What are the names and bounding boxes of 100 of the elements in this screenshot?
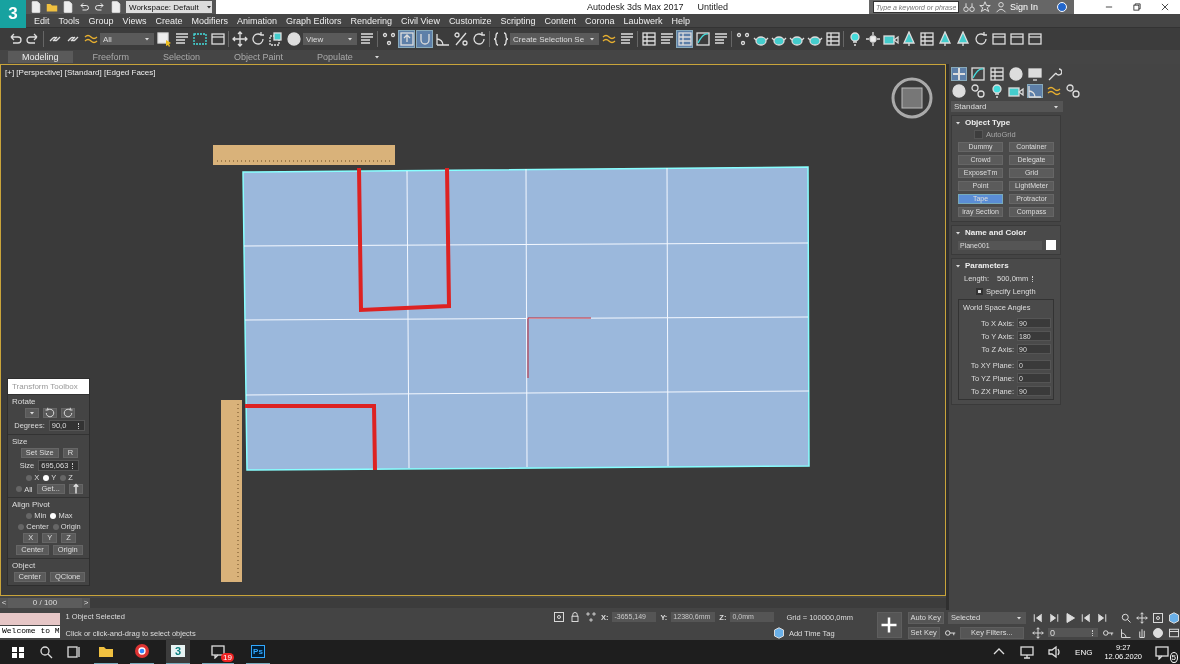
ribbon-tab[interactable]: Populate	[303, 51, 367, 63]
frame-field[interactable]: 0	[1048, 628, 1098, 637]
window-icon[interactable]	[1168, 626, 1180, 639]
rollout-title[interactable]: Object Type	[965, 118, 1011, 127]
redo-icon[interactable]	[94, 1, 106, 13]
rotate-button[interactable]	[249, 30, 266, 48]
select-cursor-button[interactable]	[155, 30, 172, 48]
dashed-rectangle-button[interactable]	[191, 30, 208, 48]
menu-item[interactable]: Views	[122, 15, 147, 26]
taskbar-app[interactable]: 19	[202, 639, 234, 664]
taskbar-app[interactable]: Ps	[246, 639, 270, 664]
skip-end-icon[interactable]	[1096, 611, 1108, 624]
ribbon-tab[interactable]: Selection	[149, 51, 215, 63]
window-button[interactable]	[1008, 30, 1026, 48]
camera-button[interactable]	[1008, 84, 1024, 98]
move-icon[interactable]	[1032, 626, 1044, 639]
circles-button[interactable]	[1065, 84, 1081, 98]
next-frame-button[interactable]: >	[82, 598, 90, 608]
window-button[interactable]	[1026, 30, 1044, 48]
braces-button[interactable]	[492, 30, 509, 48]
menu-item[interactable]: Modifiers	[191, 15, 228, 26]
set-key-button[interactable]	[876, 612, 902, 638]
sphere-button[interactable]	[951, 84, 967, 98]
up-arrow-button[interactable]	[68, 484, 83, 494]
ribbon-tab[interactable]: Object Paint	[220, 51, 298, 63]
caret-icon[interactable]	[372, 53, 381, 61]
viewport-label[interactable]: [+] [Perspective] [Standard] [Edged Faces]	[5, 68, 156, 77]
table-button[interactable]	[824, 30, 842, 48]
table-button[interactable]	[640, 30, 658, 48]
menu-item[interactable]: Rendering	[350, 15, 393, 26]
monitor-button[interactable]	[1027, 67, 1043, 81]
move-icon[interactable]	[1136, 611, 1148, 624]
binoculars-icon[interactable]	[963, 1, 975, 13]
rotate-right-button[interactable]	[60, 408, 75, 418]
close-icon[interactable]	[1160, 2, 1170, 12]
table-button[interactable]	[676, 30, 694, 48]
table-button[interactable]	[918, 30, 936, 48]
ribbon-tab[interactable]: Freeform	[78, 51, 144, 63]
sign-in-button[interactable]: Sign In	[995, 1, 1052, 13]
viewcube-icon[interactable]	[891, 77, 933, 119]
dropdown[interactable]: All	[100, 33, 154, 45]
time-slider[interactable]: < 0 / 100 >	[0, 598, 946, 608]
menu-item[interactable]: Laubwerk	[623, 15, 663, 26]
sphere-button[interactable]	[285, 30, 302, 48]
time-slider-thumb[interactable]: < 0 / 100 >	[0, 598, 90, 608]
menu-item[interactable]: Tools	[58, 15, 80, 26]
workspace-dropdown[interactable]: Workspace: Default	[126, 1, 212, 13]
dots-button[interactable]	[380, 30, 397, 48]
angle-icon[interactable]	[1120, 626, 1132, 639]
star-icon[interactable]	[979, 1, 991, 13]
undo-icon[interactable]	[78, 1, 90, 13]
menu-item[interactable]: Corona	[584, 15, 615, 26]
menu-item[interactable]: Content	[544, 15, 576, 26]
curve-button[interactable]	[970, 67, 986, 81]
zoom-icon[interactable]	[1120, 611, 1132, 624]
rotate-left-button[interactable]	[42, 408, 57, 418]
script-listener-field[interactable]	[0, 613, 60, 625]
menu-item[interactable]: Create	[155, 15, 183, 26]
rollout-title[interactable]: Name and Color	[965, 228, 1027, 237]
menu-item[interactable]: Help	[671, 15, 690, 26]
sphere-icon[interactable]	[1152, 626, 1164, 639]
color-swatch[interactable]	[1046, 240, 1056, 250]
window-button[interactable]	[990, 30, 1008, 48]
light-bulb-button[interactable]	[989, 84, 1005, 98]
dots-icon[interactable]	[584, 611, 597, 623]
move-button[interactable]	[231, 30, 248, 48]
app-logo[interactable]: 3	[0, 0, 26, 28]
scale-button[interactable]	[267, 30, 284, 48]
skip-start-icon[interactable]	[1032, 611, 1044, 624]
menu-item[interactable]: Graph Editors	[285, 15, 342, 26]
curve-button[interactable]	[694, 30, 712, 48]
viewport[interactable]	[0, 64, 946, 597]
language-indicator[interactable]: ENG	[1075, 647, 1093, 657]
rollout-title[interactable]: Parameters	[965, 261, 1009, 270]
menu-item[interactable]: Animation	[236, 15, 277, 26]
previous-frame-button[interactable]: <	[0, 598, 8, 608]
category-dropdown[interactable]: Standard	[951, 101, 1063, 112]
help-icon[interactable]	[1056, 1, 1068, 13]
zoom-icon[interactable]	[38, 644, 54, 660]
target-icon[interactable]	[1152, 611, 1164, 624]
script-input-field[interactable]: Welcome to M	[0, 626, 60, 638]
skip-end-icon[interactable]	[1048, 611, 1060, 624]
wave-button[interactable]	[1046, 84, 1062, 98]
percent-button[interactable]	[452, 30, 469, 48]
ribbon-tab[interactable]: Modeling	[8, 51, 73, 63]
rotate-button[interactable]	[470, 30, 487, 48]
network-icon[interactable]	[1019, 644, 1036, 660]
target-icon[interactable]	[552, 611, 565, 623]
notification-center-button[interactable]: 5	[1154, 644, 1180, 660]
menu-item[interactable]: Civil View	[401, 15, 440, 26]
task-view-icon[interactable]	[66, 644, 82, 660]
menu-item[interactable]: Edit	[34, 15, 50, 26]
wrench-button[interactable]	[1046, 67, 1062, 81]
circles-button[interactable]	[970, 84, 986, 98]
plus-button[interactable]	[951, 67, 967, 81]
taskbar-app[interactable]: 3	[166, 639, 190, 664]
menu-item[interactable]: Scripting	[500, 15, 536, 26]
window-button[interactable]	[209, 30, 226, 48]
menu-item[interactable]: Customize	[448, 15, 492, 26]
dropdown[interactable]: Create Selection Se	[510, 33, 600, 45]
